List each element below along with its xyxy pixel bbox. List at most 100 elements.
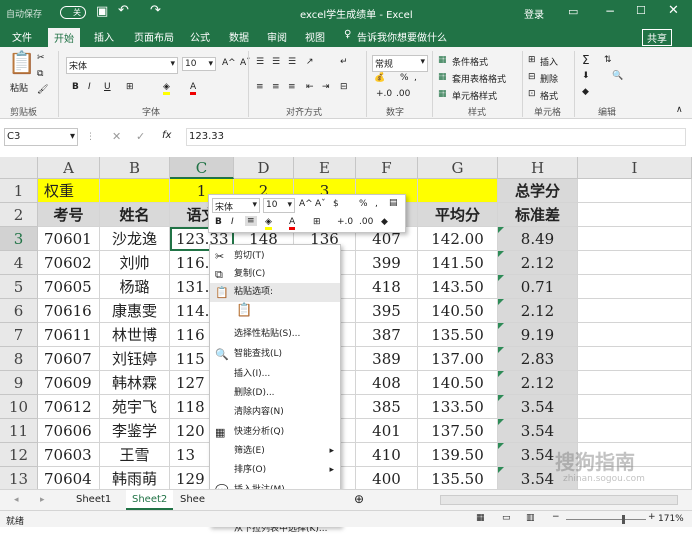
cell-i10[interactable]	[578, 395, 692, 419]
align-left-icon[interactable]: ≡	[256, 82, 264, 92]
normal-view-icon[interactable]: ▦	[476, 513, 485, 523]
row-header-4[interactable]: 4	[0, 251, 38, 275]
paste-icon[interactable]: 📋	[8, 51, 35, 76]
cell-g12[interactable]: 139.50	[418, 443, 498, 467]
comma-icon[interactable]: ,	[414, 73, 417, 83]
number-format-box[interactable]: 常规 ▾	[372, 55, 428, 72]
mini-percent-icon[interactable]: %	[359, 199, 368, 209]
cell-b9[interactable]: 韩林霖	[100, 371, 170, 395]
row-header-1[interactable]: 1	[0, 179, 38, 203]
column-header-f[interactable]: F	[356, 157, 418, 179]
column-header-i[interactable]: I	[578, 157, 692, 179]
cell-h4[interactable]: 2.12	[498, 251, 578, 275]
cell-i2[interactable]	[578, 203, 692, 227]
cell-i5[interactable]	[578, 275, 692, 299]
cell-i11[interactable]	[578, 419, 692, 443]
zoom-thumb[interactable]	[622, 515, 625, 524]
cell-i9[interactable]	[578, 371, 692, 395]
table-format-button[interactable]: 套用表格格式	[452, 72, 506, 85]
row-header-10[interactable]: 10	[0, 395, 38, 419]
delete-cells-button[interactable]: 删除	[540, 72, 558, 85]
cell-g5[interactable]: 143.50	[418, 275, 498, 299]
page-break-view-icon[interactable]: ▥	[526, 513, 535, 523]
sheet-tab-3[interactable]: Shee	[180, 494, 205, 505]
increase-decimal-icon[interactable]: +.0	[376, 89, 392, 99]
cell-h6[interactable]: 2.12	[498, 299, 578, 323]
cell-b5[interactable]: 杨璐	[100, 275, 170, 299]
tab-view[interactable]: 视图	[305, 29, 325, 44]
mini-bold-icon[interactable]: B	[215, 217, 222, 227]
context-menu-item-4[interactable]: 选择性粘贴(S)...	[210, 325, 340, 344]
tab-insert[interactable]: 插入	[94, 29, 114, 44]
mini-grow-font-icon[interactable]: A^	[299, 199, 313, 209]
cell-h5[interactable]: 0.71	[498, 275, 578, 299]
autosave-toggle[interactable]: 关	[60, 6, 86, 19]
cell-f11[interactable]: 401	[356, 419, 418, 443]
align-top-icon[interactable]: ☰	[256, 57, 264, 67]
clear-icon[interactable]: ◆	[582, 87, 589, 97]
context-menu-item-2[interactable]: 📋 粘贴选项:	[210, 283, 340, 302]
ribbon-display-icon[interactable]: ▭	[568, 5, 578, 18]
close-icon[interactable]: ✕	[668, 3, 679, 18]
context-menu-item-5[interactable]: 🔍 智能查找(L)	[210, 345, 340, 364]
cell-b3[interactable]: 沙龙逸	[100, 227, 170, 251]
context-menu-item-9[interactable]: ▦ 快速分析(Q)	[210, 423, 340, 442]
context-menu-item-0[interactable]: ✂ 剪切(T)	[210, 247, 340, 266]
maximize-icon[interactable]: ☐	[636, 4, 646, 17]
login-link[interactable]: 登录	[524, 6, 544, 21]
collapse-ribbon-icon[interactable]: ∧	[676, 105, 683, 115]
cell-f13[interactable]: 400	[356, 467, 418, 491]
format-cells-icon[interactable]: ⊡	[528, 89, 536, 99]
cell-b2[interactable]: 姓名	[100, 203, 170, 227]
cell-i4[interactable]	[578, 251, 692, 275]
tab-formulas[interactable]: 公式	[190, 29, 210, 44]
horizontal-scrollbar[interactable]	[440, 495, 678, 505]
sheet-tab-2[interactable]: Sheet2	[126, 490, 174, 510]
row-header-3[interactable]: 3	[0, 227, 38, 251]
mini-font-box[interactable]: 宋体 ▾	[212, 198, 260, 213]
row-header-7[interactable]: 7	[0, 323, 38, 347]
tell-me-box[interactable]: 告诉我你想要做什么	[357, 29, 447, 44]
font-color-icon[interactable]: A	[190, 82, 197, 95]
insert-cells-button[interactable]: 插入	[540, 55, 558, 68]
zoom-slider[interactable]	[566, 519, 646, 520]
orientation-icon[interactable]: ↗	[306, 57, 314, 67]
cell-a8[interactable]: 70607	[38, 347, 100, 371]
zoom-level[interactable]: 171%	[658, 514, 684, 524]
cell-f12[interactable]: 410	[356, 443, 418, 467]
mini-italic-icon[interactable]: I	[231, 217, 234, 227]
fx-icon[interactable]: fx	[162, 130, 171, 141]
context-menu-item-3[interactable]: 📋	[210, 301, 340, 323]
cell-a10[interactable]: 70612	[38, 395, 100, 419]
paste-option-icon[interactable]: 📋	[236, 301, 252, 320]
sheet-tab-1[interactable]: Sheet1	[76, 494, 111, 505]
undo-icon[interactable]: ↶	[118, 3, 129, 18]
context-menu-item-7[interactable]: 删除(D)...	[210, 384, 340, 403]
cell-style-icon[interactable]: ▦	[438, 89, 447, 99]
cell-h1[interactable]: 总学分	[498, 179, 578, 203]
tab-file[interactable]: 文件	[12, 29, 32, 44]
cell-i6[interactable]	[578, 299, 692, 323]
row-header-11[interactable]: 11	[0, 419, 38, 443]
cell-b13[interactable]: 韩雨萌	[100, 467, 170, 491]
mini-align-icon[interactable]: ≡	[245, 216, 257, 226]
outdent-icon[interactable]: ⇥	[322, 82, 330, 92]
merge-icon[interactable]: ⊟	[340, 82, 348, 92]
mini-increase-decimal-icon[interactable]: +.0	[337, 217, 353, 227]
cell-b1[interactable]	[100, 179, 170, 203]
prev-sheet-icon[interactable]: ◂	[14, 495, 19, 505]
tab-page-layout[interactable]: 页面布局	[134, 29, 174, 44]
cell-h11[interactable]: 3.54	[498, 419, 578, 443]
cell-g8[interactable]: 137.00	[418, 347, 498, 371]
cond-format-button[interactable]: 条件格式	[452, 55, 488, 68]
cell-g3[interactable]: 142.00	[418, 227, 498, 251]
mini-eraser-icon[interactable]: ◆	[381, 217, 388, 227]
page-layout-view-icon[interactable]: ▭	[502, 513, 511, 523]
minimize-icon[interactable]: −	[605, 4, 615, 18]
cell-a9[interactable]: 70609	[38, 371, 100, 395]
cell-g9[interactable]: 140.50	[418, 371, 498, 395]
cell-b12[interactable]: 王雪	[100, 443, 170, 467]
wrap-text-icon[interactable]: ↵	[340, 57, 348, 67]
row-header-5[interactable]: 5	[0, 275, 38, 299]
cell-b6[interactable]: 康惠雯	[100, 299, 170, 323]
